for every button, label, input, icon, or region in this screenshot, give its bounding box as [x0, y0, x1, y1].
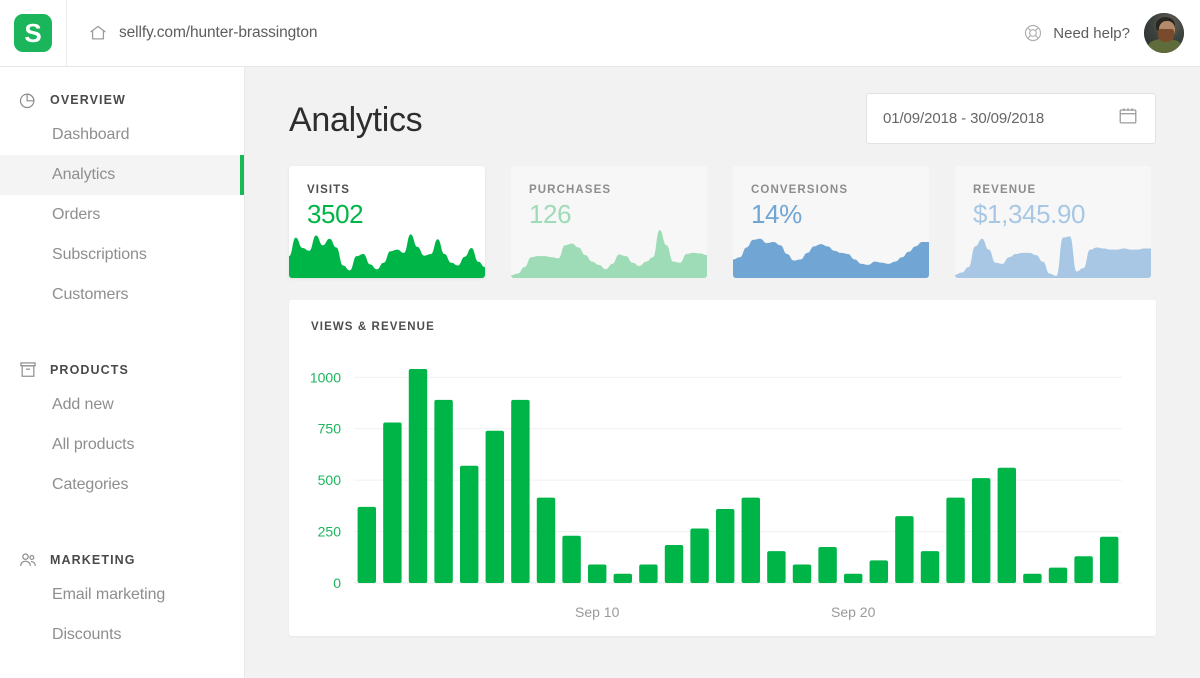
- sidebar-item-discounts[interactable]: Discounts: [0, 615, 244, 655]
- chart-bar[interactable]: [818, 547, 836, 583]
- sidebar-section-marketing: MARKETING: [0, 545, 244, 575]
- chart-ytick-label: 0: [333, 575, 341, 591]
- app-root: S sellfy.com/hunter-brassington Need hel…: [0, 0, 1200, 678]
- sidebar-gap: [0, 315, 244, 337]
- stat-card-label: VISITS: [307, 184, 350, 196]
- people-icon: [18, 550, 38, 570]
- chart-bar[interactable]: [409, 369, 427, 583]
- sidebar-section-label: PRODUCTS: [50, 363, 129, 377]
- chart-bar[interactable]: [1100, 537, 1118, 583]
- sidebar-item-subscriptions[interactable]: Subscriptions: [0, 235, 244, 275]
- views-revenue-panel: VIEWS & REVENUE 02505007501000Sep 10Sep …: [289, 300, 1156, 636]
- chart-bar[interactable]: [511, 400, 529, 583]
- page-header: Analytics 01/09/2018 - 30/09/2018: [289, 93, 1156, 155]
- stat-card-revenue[interactable]: REVENUE$1,345.90: [955, 166, 1151, 278]
- sidebar-item-categories[interactable]: Categories: [0, 465, 244, 505]
- chart-bar[interactable]: [998, 468, 1016, 583]
- sidebar-section-label: OVERVIEW: [50, 93, 126, 107]
- chart-bar[interactable]: [844, 574, 862, 583]
- sidebar-gap: [0, 505, 244, 527]
- sidebar-item-all-products[interactable]: All products: [0, 425, 244, 465]
- stat-card-row: VISITS3502PURCHASES126CONVERSIONS14%REVE…: [289, 166, 1156, 278]
- sidebar-item-analytics[interactable]: Analytics: [0, 155, 244, 195]
- need-help-label: Need help?: [1053, 25, 1130, 42]
- need-help-button[interactable]: Need help?: [1023, 23, 1130, 43]
- store-url[interactable]: sellfy.com/hunter-brassington: [88, 23, 317, 43]
- logo-cell[interactable]: S: [0, 0, 67, 66]
- page-title: Analytics: [289, 93, 422, 147]
- sidebar: OVERVIEW DashboardAnalyticsOrdersSubscrip…: [0, 67, 245, 678]
- chart-bar[interactable]: [460, 466, 478, 583]
- chart-bar[interactable]: [716, 509, 734, 583]
- chart-bar[interactable]: [358, 507, 376, 583]
- topbar-right: Need help?: [1023, 13, 1200, 53]
- chart-ytick-label: 500: [318, 472, 342, 488]
- chart-bar[interactable]: [690, 528, 708, 583]
- chart-bar[interactable]: [486, 431, 504, 583]
- chart-bar[interactable]: [639, 564, 657, 583]
- date-range-value: 01/09/2018 - 30/09/2018: [883, 110, 1117, 127]
- sidebar-item-add-new[interactable]: Add new: [0, 385, 244, 425]
- chart-bar[interactable]: [562, 536, 580, 583]
- sidebar-section-label: MARKETING: [50, 553, 136, 567]
- chart-bar[interactable]: [895, 516, 913, 583]
- sidebar-item-dashboard[interactable]: Dashboard: [0, 115, 244, 155]
- chart-bar[interactable]: [537, 498, 555, 583]
- avatar[interactable]: [1144, 13, 1184, 53]
- chart-ytick-label: 250: [318, 524, 342, 540]
- store-url-text: sellfy.com/hunter-brassington: [119, 24, 317, 42]
- date-range-picker[interactable]: 01/09/2018 - 30/09/2018: [866, 93, 1156, 144]
- chart-bar[interactable]: [1074, 556, 1092, 583]
- sidebar-item-orders[interactable]: Orders: [0, 195, 244, 235]
- avatar-beard: [1158, 29, 1174, 42]
- lifebuoy-icon: [1023, 23, 1043, 43]
- main-content: Analytics 01/09/2018 - 30/09/2018 VISITS…: [245, 67, 1200, 678]
- sidebar-section-overview: OVERVIEW: [0, 85, 244, 115]
- stat-card-label: CONVERSIONS: [751, 184, 848, 196]
- chart-bar[interactable]: [383, 423, 401, 583]
- chart-bar[interactable]: [434, 400, 452, 583]
- chart-bar[interactable]: [1023, 574, 1041, 583]
- topbar: S sellfy.com/hunter-brassington Need hel…: [0, 0, 1200, 67]
- chart-bar[interactable]: [793, 564, 811, 583]
- calendar-icon[interactable]: [1117, 105, 1139, 132]
- stat-card-visits[interactable]: VISITS3502: [289, 166, 485, 278]
- chart-xtick-label: Sep 10: [575, 604, 620, 620]
- chart-xtick-label: Sep 20: [831, 604, 876, 620]
- stat-card-sparkline: [733, 216, 929, 278]
- stat-card-sparkline: [289, 216, 485, 278]
- sidebar-section-products: PRODUCTS: [0, 355, 244, 385]
- stat-card-label: PURCHASES: [529, 184, 611, 196]
- stat-card-label: REVENUE: [973, 184, 1036, 196]
- chart-bar[interactable]: [972, 478, 990, 583]
- sidebar-item-email-marketing[interactable]: Email marketing: [0, 575, 244, 615]
- stat-card-conversions[interactable]: CONVERSIONS14%: [733, 166, 929, 278]
- pie-chart-icon: [18, 90, 38, 110]
- chart-bar[interactable]: [767, 551, 785, 583]
- sidebar-item-customers[interactable]: Customers: [0, 275, 244, 315]
- chart-bar[interactable]: [921, 551, 939, 583]
- views-revenue-chart[interactable]: 0 250 500 750 1000 Sep 10 Sep 20: [289, 300, 1156, 636]
- home-icon: [88, 23, 108, 43]
- chart-ytick-label: 750: [318, 421, 342, 437]
- chart-ytick-label: 1000: [310, 369, 341, 385]
- chart-bar[interactable]: [588, 564, 606, 583]
- box-icon: [18, 360, 38, 380]
- stat-card-sparkline: [511, 216, 707, 278]
- sellfy-logo[interactable]: S: [14, 14, 52, 52]
- stat-card-purchases[interactable]: PURCHASES126: [511, 166, 707, 278]
- chart-bar[interactable]: [665, 545, 683, 583]
- chart-bar[interactable]: [614, 574, 632, 583]
- chart-bar[interactable]: [946, 498, 964, 583]
- stat-card-sparkline: [955, 216, 1151, 278]
- chart-bar[interactable]: [1049, 568, 1067, 583]
- chart-bar[interactable]: [742, 498, 760, 583]
- chart-bar[interactable]: [870, 560, 888, 583]
